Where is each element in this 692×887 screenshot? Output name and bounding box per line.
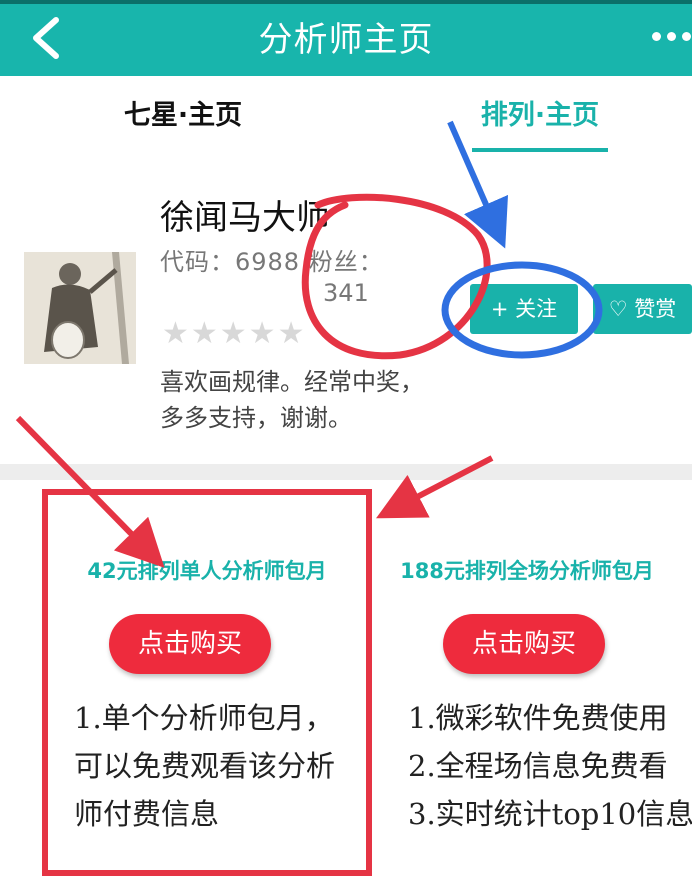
feature-line: 1.单个分析师包月，	[74, 701, 334, 735]
feature-line: 可以免费观看该分析	[74, 749, 336, 783]
analyst-bio: 喜欢画规律。经常中奖，多多支持，谢谢。	[160, 368, 424, 432]
analyst-info-line: 代码：6988 粉丝：	[160, 242, 384, 277]
buy-all-plan-button[interactable]: 点击购买	[443, 614, 605, 674]
code-value: 6988	[235, 248, 301, 276]
plan-single-title: 42元排列单人分析师包月	[87, 559, 327, 583]
buy-single-plan-button[interactable]: 点击购买	[109, 614, 271, 674]
more-options-icon[interactable]	[652, 32, 692, 46]
plan-single-features: 1.单个分析师包月， 可以免费观看该分析 师付费信息	[74, 694, 339, 838]
plan-all-features: 1.微彩软件免费使用 2.全程场信息免费看 3.实时统计top10信息	[408, 694, 692, 838]
feature-line: 师付费信息	[74, 797, 220, 831]
fans-count: 341	[323, 279, 369, 307]
tip-button[interactable]: ♡ 赞赏	[593, 284, 692, 334]
section-divider	[0, 464, 692, 480]
rating-stars: ★★★★★	[162, 316, 307, 351]
follow-button[interactable]: + 关注	[470, 284, 578, 334]
code-label: 代码：	[160, 248, 235, 276]
annotation-red-arrow-left	[15, 415, 165, 568]
avatar	[24, 252, 136, 364]
fans-label: 粉丝：	[308, 248, 384, 276]
avatar-portrait-image	[24, 252, 136, 364]
plan-all-title: 188元排列全场分析师包月	[400, 559, 654, 583]
feature-line: 3.实时统计top10信息	[408, 797, 692, 831]
tab-qixing-home[interactable]: 七星·主页	[108, 88, 258, 144]
tab-pailie-home[interactable]: 排列·主页	[470, 88, 610, 144]
analyst-name: 徐闻马大师	[160, 198, 330, 238]
back-arrow-icon[interactable]	[26, 14, 66, 62]
feature-line: 2.全程场信息免费看	[408, 749, 668, 783]
feature-line: 1.微彩软件免费使用	[408, 701, 668, 735]
page-title: 分析师主页	[258, 20, 434, 60]
active-tab-indicator	[472, 148, 608, 152]
